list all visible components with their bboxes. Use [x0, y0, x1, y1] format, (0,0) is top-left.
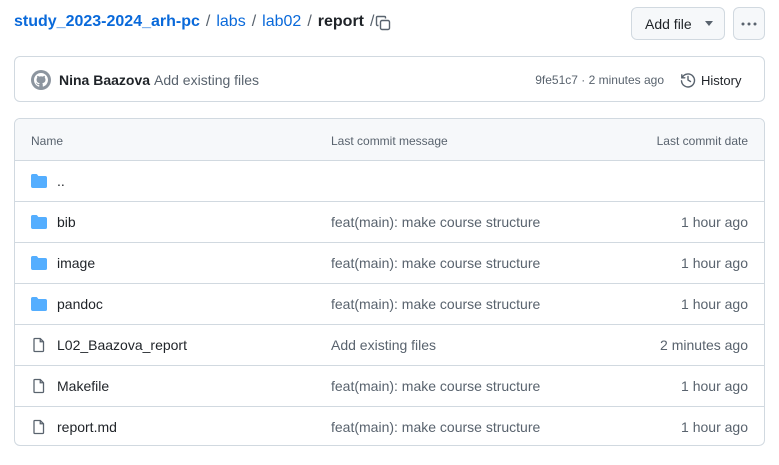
row-commit-message[interactable]: feat(main): make course structure: [331, 378, 540, 394]
commit-message[interactable]: Add existing files: [154, 72, 259, 88]
column-header-message: Last commit message: [331, 134, 448, 148]
file-table-header: Name Last commit message Last commit dat…: [15, 119, 764, 161]
breadcrumb-current: report: [317, 13, 364, 30]
breadcrumb-separator: /: [251, 13, 257, 30]
commit-hash[interactable]: 9fe51c7: [535, 73, 578, 87]
row-commit-message[interactable]: feat(main): make course structure: [331, 296, 540, 312]
file-name-link[interactable]: report.md: [57, 419, 117, 435]
file-name-link[interactable]: image: [57, 255, 95, 271]
row-commit-date: 2 minutes ago: [660, 337, 748, 353]
history-icon: [680, 73, 696, 88]
latest-commit-bar: Nina Baazova Add existing files 9fe51c7 …: [14, 56, 765, 102]
file-name-link[interactable]: pandoc: [57, 296, 103, 312]
page-header: study_2023-2024_arh-pc / labs / lab02 / …: [0, 0, 779, 48]
file-name-link[interactable]: L02_Baazova_report: [57, 337, 187, 353]
file-icon: [31, 419, 47, 435]
row-commit-date: 1 hour ago: [681, 419, 748, 435]
row-commit-message[interactable]: Add existing files: [331, 337, 436, 353]
row-commit-message[interactable]: feat(main): make course structure: [331, 419, 540, 435]
row-commit-message[interactable]: feat(main): make course structure: [331, 214, 540, 230]
commit-author[interactable]: Nina Baazova: [59, 72, 150, 88]
table-row[interactable]: report.md feat(main): make course structu…: [15, 407, 764, 445]
breadcrumb-repo-link[interactable]: study_2023-2024_arh-pc: [14, 13, 200, 31]
file-name-link[interactable]: bib: [57, 214, 76, 230]
table-row[interactable]: bib feat(main): make course structure 1 ho…: [15, 202, 764, 243]
file-name-link[interactable]: Makefile: [57, 378, 109, 394]
history-button[interactable]: History: [680, 69, 741, 91]
folder-icon: [31, 173, 47, 189]
avatar[interactable]: [31, 70, 51, 90]
table-row[interactable]: L02_Baazova_report Add existing files 2 mi…: [15, 325, 764, 366]
breadcrumb-separator: /: [307, 13, 312, 30]
copy-icon: [375, 15, 391, 31]
add-file-label: Add file: [645, 15, 692, 32]
file-name-link[interactable]: ..: [57, 173, 65, 189]
commit-meta-separator: ·: [577, 73, 589, 87]
row-commit-date: 1 hour ago: [681, 214, 748, 230]
row-commit-date: 1 hour ago: [681, 378, 748, 394]
table-row[interactable]: Makefile feat(main): make course structur…: [15, 366, 764, 407]
folder-icon: [31, 296, 47, 312]
copy-path-button[interactable]: [372, 12, 394, 34]
github-mark-icon: [34, 73, 48, 87]
add-file-button[interactable]: Add file: [631, 7, 725, 40]
folder-icon: [31, 255, 47, 271]
breadcrumb-labs-link[interactable]: labs: [216, 13, 245, 31]
folder-icon: [31, 214, 47, 230]
file-icon: [31, 378, 47, 394]
table-row[interactable]: image feat(main): make course structure 1 …: [15, 243, 764, 284]
row-commit-message[interactable]: feat(main): make course structure: [331, 255, 540, 271]
commit-time: 2 minutes ago: [588, 73, 664, 87]
kebab-horizontal-icon: [741, 22, 757, 25]
column-header-name: Name: [31, 134, 64, 148]
table-row[interactable]: pandoc feat(main): make course structure 1…: [15, 284, 764, 325]
history-label: History: [701, 72, 742, 88]
chevron-down-icon: [705, 21, 713, 26]
breadcrumb-separator: /: [205, 13, 211, 30]
column-header-date: Last commit date: [656, 134, 748, 148]
file-icon: [31, 337, 47, 353]
row-commit-date: 1 hour ago: [681, 296, 748, 312]
table-row[interactable]: ..: [15, 161, 764, 202]
file-table: Name Last commit message Last commit dat…: [14, 118, 765, 446]
more-options-button[interactable]: [733, 7, 765, 40]
row-commit-date: 1 hour ago: [681, 255, 748, 271]
breadcrumb-lab02-link[interactable]: lab02: [262, 13, 301, 31]
commit-meta: 9fe51c7 · 2 minutes ago: [535, 73, 664, 87]
breadcrumb: study_2023-2024_arh-pc / labs / lab02 / …: [14, 13, 380, 31]
